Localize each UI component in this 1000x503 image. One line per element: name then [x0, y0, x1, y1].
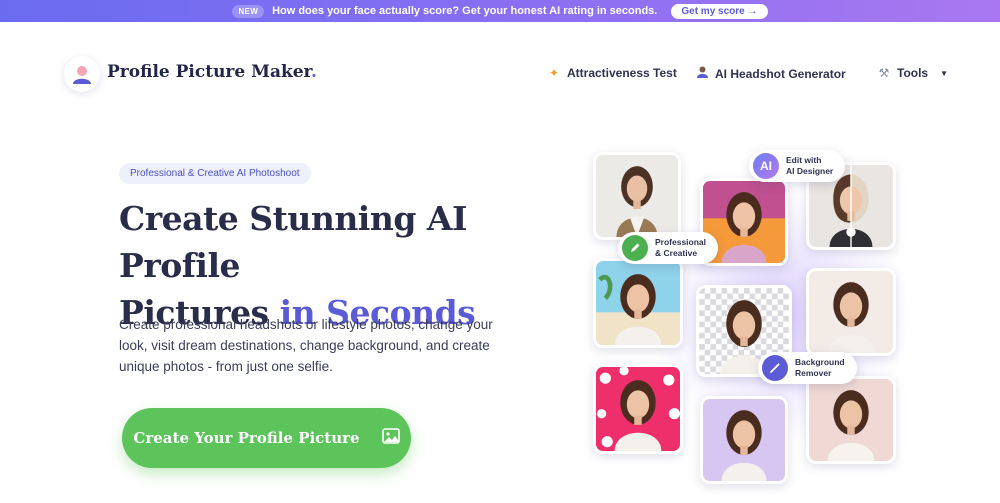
portrait-card-lavender — [700, 396, 788, 484]
pencil-icon — [622, 235, 648, 261]
portrait-card-studio — [806, 268, 896, 356]
chip-professional-creative: Professional & Creative — [618, 232, 719, 264]
portrait-card-business — [593, 152, 681, 240]
nav-tools-dropdown[interactable]: ⚒ Tools ▼ — [877, 66, 948, 80]
portrait-card-peach — [806, 376, 896, 464]
hero-tag-pill: Professional & Creative AI Photoshoot — [119, 163, 311, 184]
chip-edit-with-ai-designer: AI Edit with AI Designer — [749, 150, 846, 182]
get-score-button[interactable]: Get my score → — [671, 3, 768, 19]
create-profile-picture-button[interactable]: Create Your Profile Picture — [122, 408, 411, 468]
announcement-bar: NEW How does your face actually score? G… — [0, 0, 1000, 22]
chevron-down-icon: ▼ — [940, 68, 949, 78]
portrait-card-pink-pattern — [593, 364, 683, 454]
image-icon — [381, 427, 400, 449]
tools-icon: ⚒ — [878, 66, 890, 80]
portrait-card-beach — [593, 258, 683, 348]
person-icon — [695, 66, 709, 81]
nav-attractiveness-test[interactable]: ✦ Attractiveness Test — [547, 66, 677, 80]
sparkles-icon: ✦ — [548, 66, 560, 80]
hero-description: Create professional headshots or lifesty… — [119, 317, 493, 374]
chip-background-remover: Background Remover — [758, 352, 857, 384]
nav-ai-headshot-generator[interactable]: AI Headshot Generator — [695, 66, 846, 81]
new-badge: NEW — [232, 4, 265, 18]
magic-wand-icon — [762, 355, 788, 381]
logo-avatar-icon[interactable] — [64, 56, 100, 92]
announcement-message: How does your face actually score? Get y… — [272, 5, 658, 17]
ai-icon: AI — [753, 153, 779, 179]
logo-text[interactable]: Profile Picture Maker. — [107, 62, 317, 82]
